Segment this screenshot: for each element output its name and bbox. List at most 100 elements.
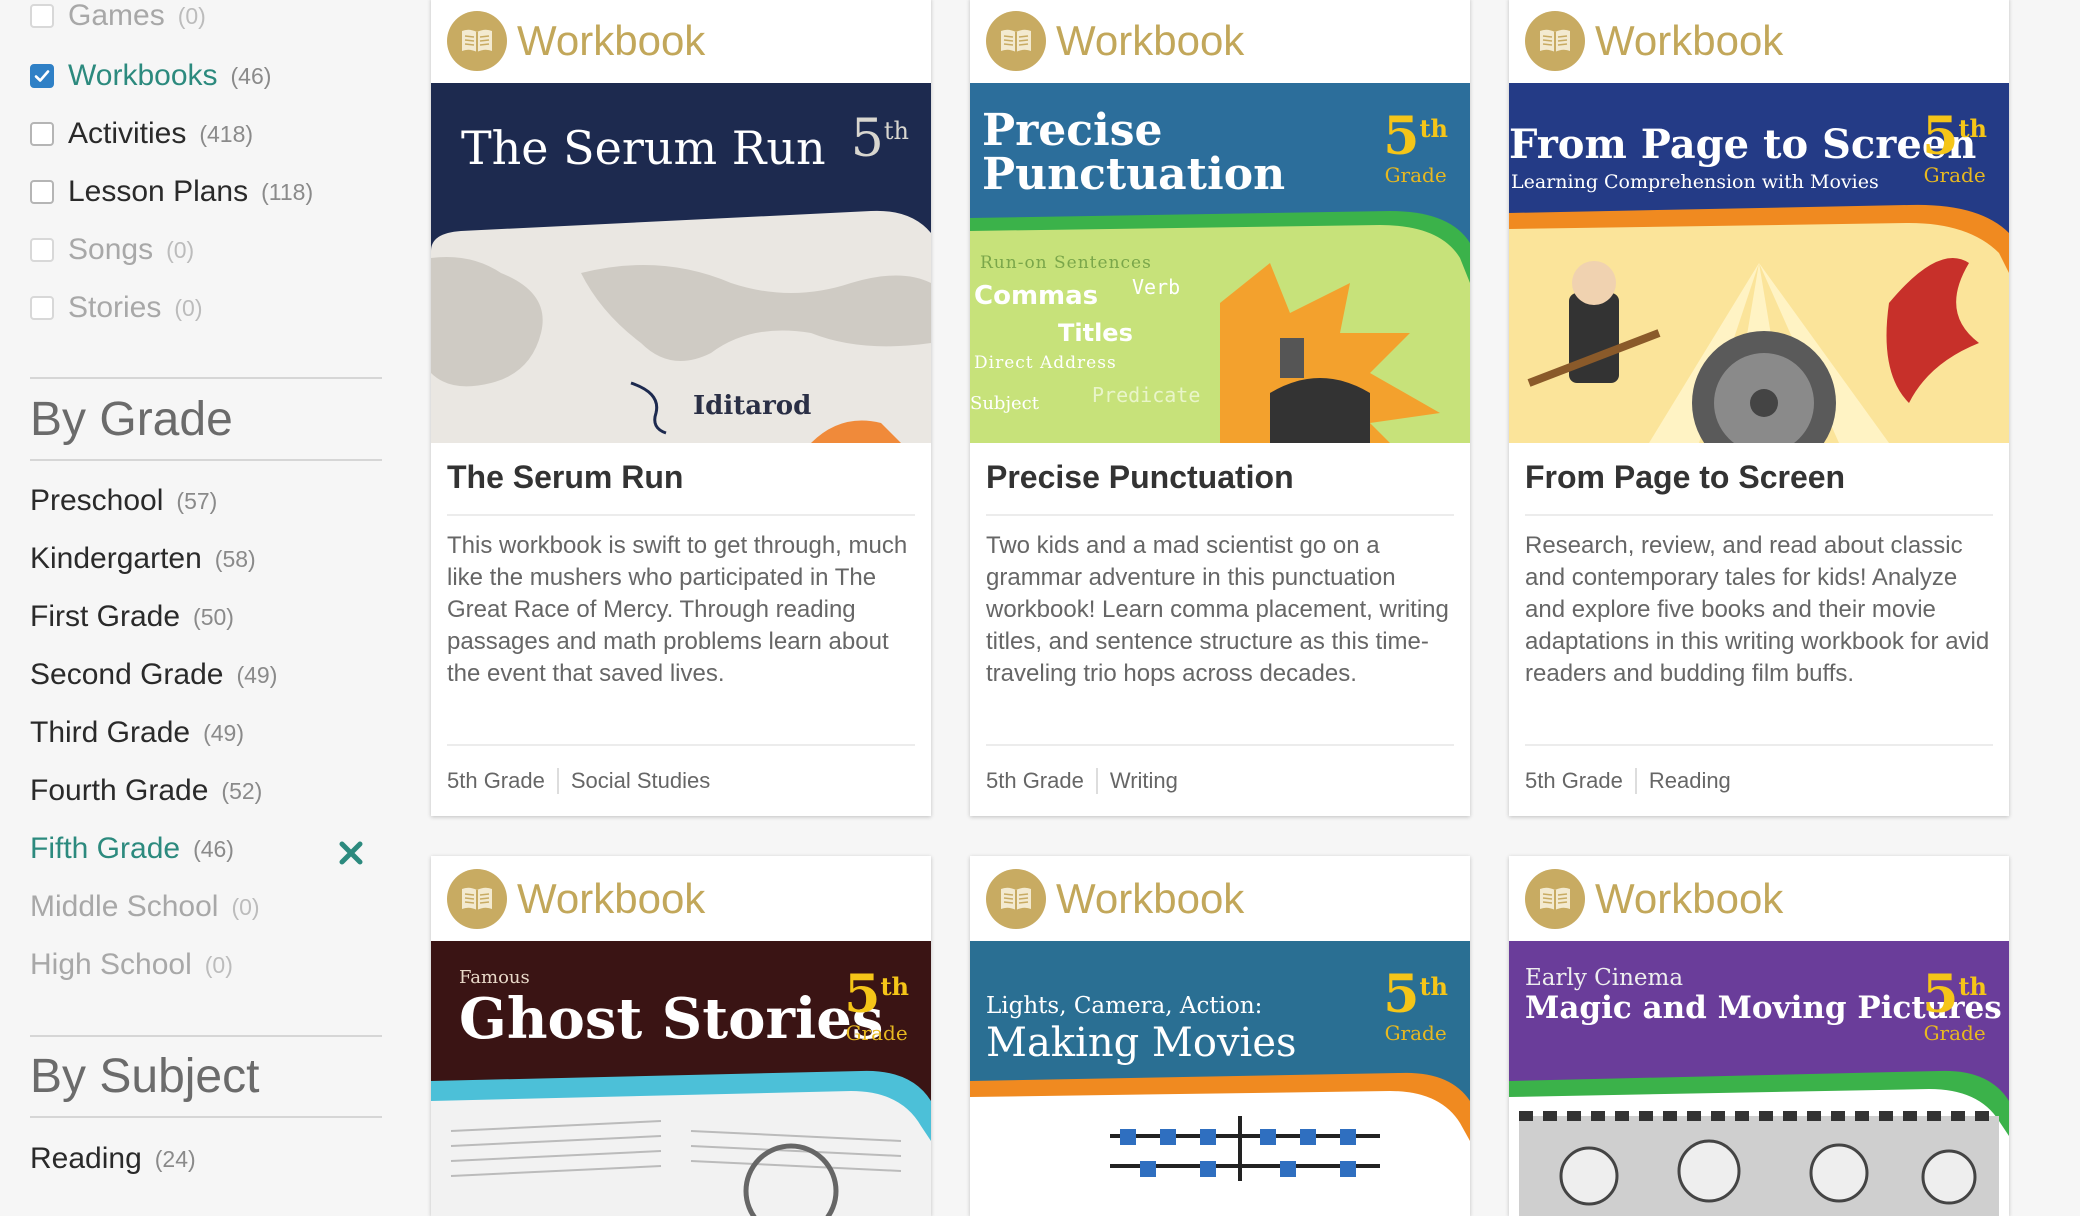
workbook-card[interactable]: Workbook Famous Ghost Stories 5th Grade [431,856,931,1216]
card-type-label: Workbook [1056,874,1245,922]
grade-number: 5 [850,109,884,169]
filter-count: (0) [204,951,233,978]
grade-word: Grade [1384,1021,1447,1045]
grade-word: Grade [1384,163,1447,187]
subject-reading[interactable]: Reading (24) [30,1139,196,1179]
grade-word: Grade [1923,1021,1986,1045]
cover-subtitle: Learning Comprehension with Movies [1511,171,1879,193]
filter-count: (58) [214,545,256,572]
grade-fifth[interactable]: Fifth Grade (46) [30,829,234,869]
divider [30,1116,382,1118]
tag-grade[interactable]: 5th Grade [447,768,557,794]
filter-count: (0) [174,294,203,321]
cover-image: From Page to Screen Learning Comprehensi… [1509,83,2009,443]
card-body: From Page to Screen Research, review, an… [1509,443,2009,816]
filter-label: Games [68,0,165,32]
filter-games: Games (0) [30,0,206,36]
cover-title: Ghost Stories [459,986,884,1052]
cover-word: Direct Address [974,353,1117,373]
cover-kicker: Lights, Camera, Action: [986,993,1263,1019]
grade-second[interactable]: Second Grade (49) [30,655,277,695]
filter-count: (0) [166,236,195,263]
filter-songs: Songs (0) [30,230,194,270]
grade-suffix: th [1958,114,1987,143]
close-icon[interactable] [338,838,364,872]
workbook-card[interactable]: Workbook Lights, Camera, Action: Making … [970,856,1470,1216]
cover-title-line: Punctuation [982,149,1286,200]
checkbox[interactable] [30,122,54,146]
card-type-header: Workbook [431,856,931,941]
workbook-card[interactable]: Workbook From Page to Screen Learning Co… [1509,0,2009,816]
card-tags: 5th Grade Reading [1525,746,1993,816]
filter-label: Fourth Grade [30,774,209,807]
filter-label: Middle School [30,890,219,923]
checkbox[interactable] [30,180,54,204]
grade-badge: 5th [851,113,909,165]
check-icon [34,70,50,82]
filter-count: (46) [230,62,272,89]
grade-first[interactable]: First Grade (50) [30,597,234,637]
card-type-header: Workbook [431,0,931,83]
cover-kicker: Famous [459,967,530,988]
filter-count: (118) [261,178,314,205]
card-type-header: Workbook [1509,856,2009,941]
card-type-label: Workbook [1595,16,1784,64]
filter-label: Workbooks [68,59,218,92]
cover-word: Run-on Sentences [980,253,1152,273]
cover-kicker: Early Cinema [1525,965,1684,991]
card-body: Precise Punctuation Two kids and a mad s… [970,443,1470,816]
workbook-icon [447,868,507,929]
card-type-header: Workbook [1509,0,2009,83]
checkbox [30,238,54,262]
cover-word: Predicate [1092,383,1201,407]
filter-label: High School [30,948,192,981]
grade-number: 5 [844,964,881,1025]
grade-fourth[interactable]: Fourth Grade (52) [30,771,262,811]
filter-label: Third Grade [30,716,191,749]
filter-activities[interactable]: Activities (418) [30,114,253,154]
filter-label: Fifth Grade [30,832,181,865]
workbook-card[interactable]: Workbook Precise Punctuation Run-on Sent… [970,0,1470,816]
cover-title-line: Precise [982,105,1163,156]
card-description: Research, review, and read about classic… [1525,516,1993,746]
grade-badge: 5th Grade [844,969,909,1046]
filter-count: (0) [231,893,260,920]
filter-label: Activities [68,117,187,150]
tag-grade[interactable]: 5th Grade [986,768,1096,794]
workbook-card[interactable]: Workbook The Serum Run 5th Iditarod The … [431,0,931,816]
filter-count: (49) [236,661,278,688]
cover-title: Making Movies [986,1020,1297,1066]
grade-preschool[interactable]: Preschool (57) [30,481,217,521]
cover-title: From Page to Screen [1509,121,1977,168]
filter-count: (50) [193,603,234,630]
tag-subject[interactable]: Reading [1634,768,1743,794]
filter-lesson-plans[interactable]: Lesson Plans (118) [30,172,313,212]
cover-word: Subject [970,393,1039,414]
card-title[interactable]: The Serum Run [447,459,915,516]
filter-count: (57) [176,487,218,514]
grade-third[interactable]: Third Grade (49) [30,713,244,753]
filter-label: Reading [30,1142,142,1175]
divider [30,1035,382,1037]
filter-count: (49) [203,719,244,746]
checkbox-checked[interactable] [30,64,54,88]
workbook-card[interactable]: Workbook Early Cinema Magic and Moving P… [1509,856,2009,1216]
filter-count: (0) [177,2,206,29]
workbook-icon [986,868,1046,929]
tag-subject[interactable]: Writing [1095,768,1190,794]
workbook-icon [1525,10,1585,71]
filter-label: Stories [68,291,162,324]
card-title[interactable]: From Page to Screen [1525,459,1993,516]
filter-workbooks[interactable]: Workbooks (46) [30,56,271,96]
card-title[interactable]: Precise Punctuation [986,459,1454,516]
cover-caption: Iditarod [693,391,812,421]
card-description: Two kids and a mad scientist go on a gra… [986,516,1454,746]
tag-subject[interactable]: Social Studies [556,768,722,794]
grade-word: Grade [845,1021,908,1045]
workbook-icon [1525,868,1585,929]
tag-grade[interactable]: 5th Grade [1525,768,1635,794]
filter-label: Preschool [30,484,164,517]
filter-label: First Grade [30,600,181,633]
workbook-icon [986,10,1046,71]
grade-kindergarten[interactable]: Kindergarten (58) [30,539,256,579]
